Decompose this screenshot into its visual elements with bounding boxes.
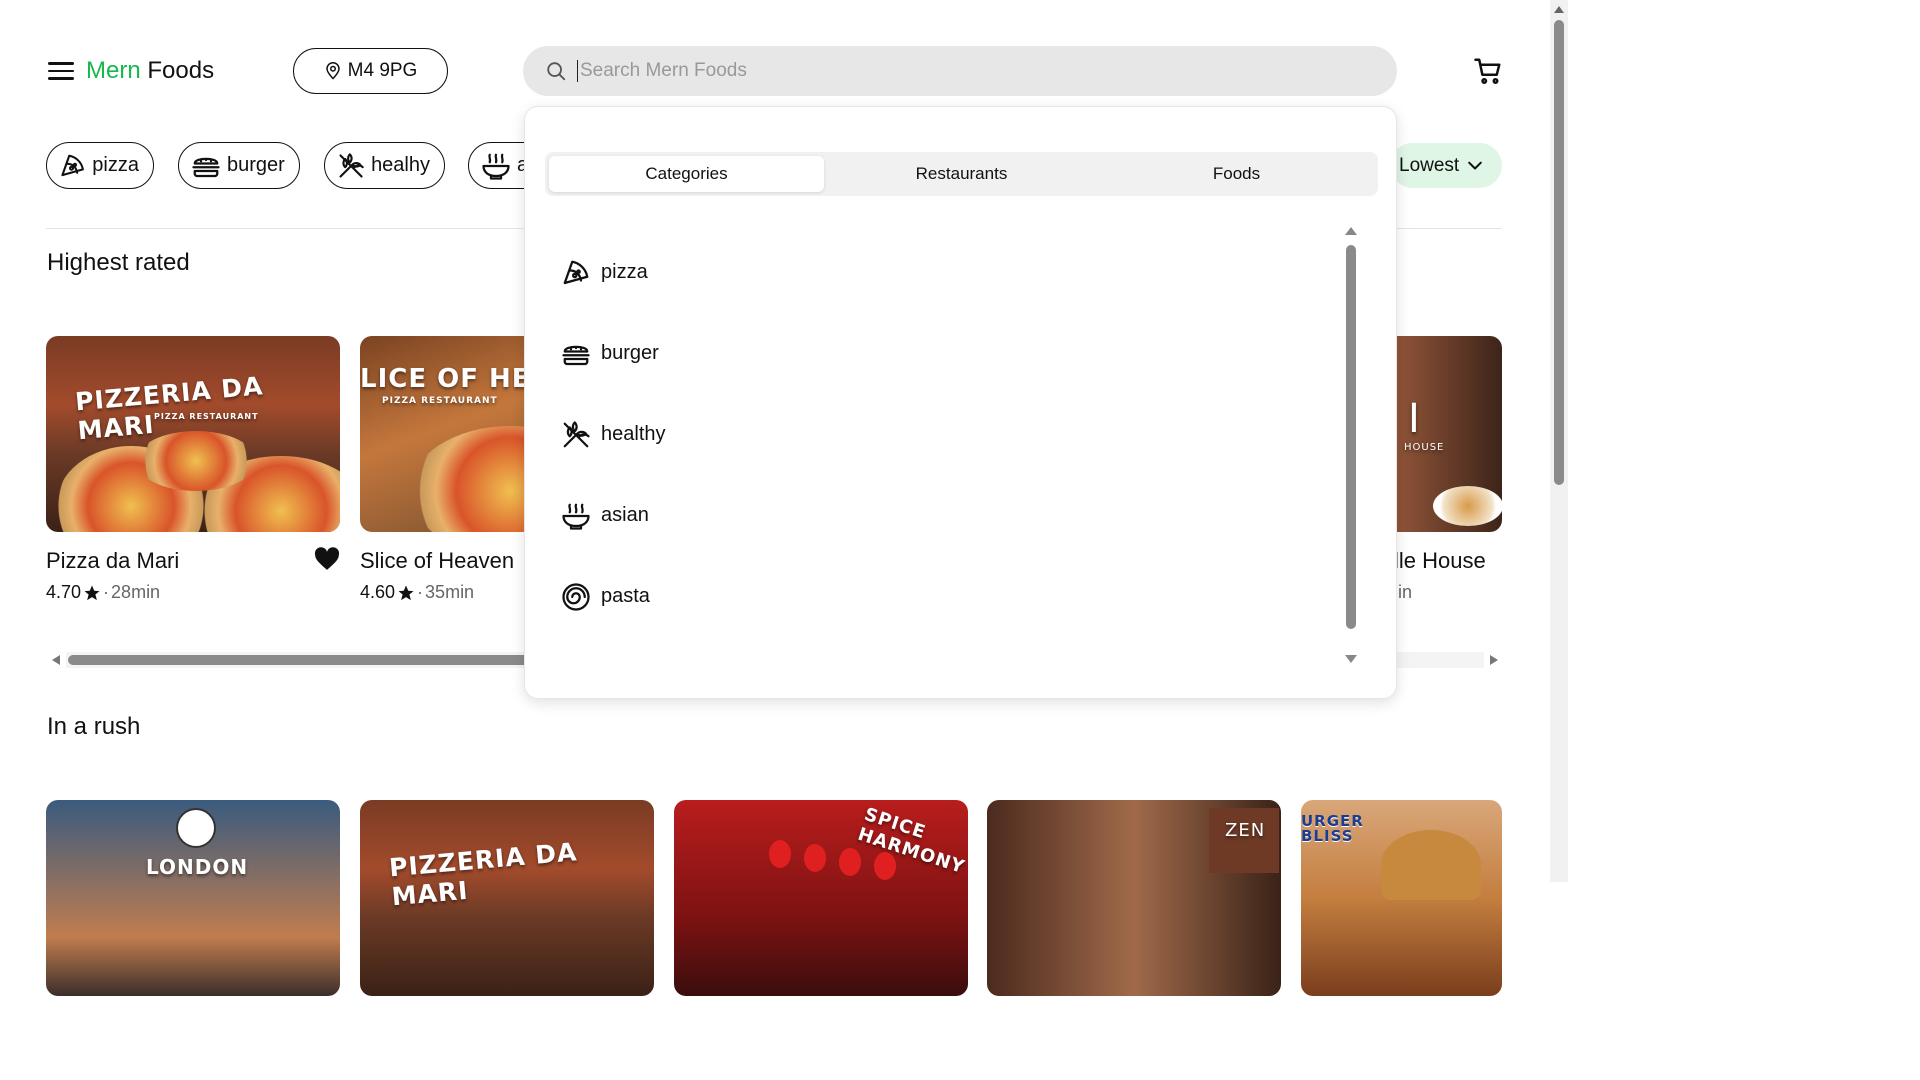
delivery-time: 35min [425, 582, 475, 602]
tab-categories[interactable]: Categories [549, 156, 824, 192]
category-label: asian [601, 504, 649, 526]
heart-icon[interactable] [314, 547, 340, 571]
healthy-icon [337, 151, 365, 181]
restaurant-card[interactable]: PIZZERIA DA MARI [360, 800, 654, 996]
chip-pizza[interactable]: pizza [46, 142, 154, 189]
chevron-down-icon [1468, 161, 1483, 169]
rating: 4.60 [360, 582, 396, 602]
category-item-pasta[interactable]: pasta [561, 551, 1341, 642]
image-subtitle: PIZZA RESTAURANT [154, 412, 259, 421]
restaurant-image: PIZZERIA DA MARI [360, 800, 654, 996]
hamburger-menu-icon[interactable] [48, 58, 74, 84]
healthy-icon [561, 420, 591, 450]
brand-logo[interactable]: Mern Foods [86, 57, 214, 85]
scrollbar-thumb[interactable] [68, 655, 588, 665]
brand-name-dark: Foods [147, 57, 215, 84]
image-subtitle: PIZZA RESTAURANT [382, 396, 498, 406]
image-title: SPICE HARMONY [855, 803, 968, 879]
delivery-time: 28min [111, 582, 161, 602]
chip-label: pizza [92, 154, 139, 176]
restaurant-image: LONDON [46, 800, 340, 996]
image-subtitle: HOUSE [1404, 442, 1445, 453]
scroll-left-arrow-icon[interactable] [52, 655, 60, 665]
chip-burger[interactable]: burger [178, 142, 300, 189]
search-bar[interactable] [523, 46, 1397, 96]
chip-label: healhy [371, 154, 430, 176]
asian-icon [561, 501, 591, 531]
category-list: pizza burger healthy asian pasta [561, 227, 1341, 642]
restaurant-card[interactable]: ZEN [987, 800, 1281, 996]
image-title: I [1408, 396, 1421, 442]
pasta-icon [561, 582, 591, 612]
section-title-highest-rated: Highest rated [47, 249, 190, 276]
category-item-healthy[interactable]: healthy [561, 389, 1341, 480]
delivery-time: in [1398, 582, 1413, 602]
restaurant-card[interactable]: PIZZERIA DA MARI PIZZA RESTAURANT Pizza … [46, 336, 340, 603]
restaurant-card[interactable]: URGER BLISS [1301, 800, 1502, 996]
location-pin-icon [325, 62, 340, 80]
restaurant-image: URGER BLISS [1301, 800, 1502, 996]
restaurant-image: ZEN [987, 800, 1281, 996]
search-icon [547, 62, 566, 81]
location-button[interactable]: M4 9PG [293, 48, 448, 94]
category-label: pizza [601, 261, 648, 283]
pizza-icon [59, 151, 86, 181]
sort-label: Lowest [1399, 154, 1460, 176]
page-scrollbar[interactable] [1550, 0, 1568, 882]
restaurant-card[interactable]: LONDON [46, 800, 340, 996]
dropdown-scrollbar-thumb[interactable] [1346, 245, 1356, 629]
restaurant-image: PIZZERIA DA MARI PIZZA RESTAURANT [46, 336, 340, 532]
tab-restaurants[interactable]: Restaurants [824, 156, 1099, 192]
scroll-down-arrow-icon[interactable] [1345, 655, 1357, 663]
restaurant-meta: 4.70 · 28min [46, 582, 161, 602]
restaurant-image: SPICE HARMONY [674, 800, 968, 996]
image-title: URGER BLISS [1301, 812, 1364, 845]
search-input[interactable] [577, 60, 1277, 82]
cart-icon[interactable] [1473, 56, 1503, 91]
search-dropdown: Categories Restaurants Foods pizza burge… [524, 106, 1397, 699]
section-title-in-a-rush: In a rush [47, 713, 141, 740]
scroll-up-arrow-icon[interactable] [1345, 227, 1357, 235]
restaurant-card[interactable]: SPICE HARMONY [674, 800, 968, 996]
burger-icon [191, 151, 221, 181]
pizza-icon [561, 258, 591, 288]
location-postcode: M4 9PG [347, 60, 418, 81]
sort-button[interactable]: Lowest [1390, 143, 1502, 188]
scroll-right-arrow-icon[interactable] [1490, 655, 1498, 665]
chip-label: burger [227, 154, 285, 176]
star-icon [397, 584, 415, 602]
tab-foods[interactable]: Foods [1099, 156, 1374, 192]
category-item-burger[interactable]: burger [561, 308, 1341, 399]
brand-name-green: Mern [86, 57, 141, 84]
restaurant-name: Pizza da Mari [46, 548, 180, 573]
image-title: ZEN [1225, 820, 1266, 841]
asian-icon [481, 151, 511, 181]
chip-healthy[interactable]: healhy [324, 142, 445, 189]
image-title: LONDON [146, 855, 249, 879]
search-tabs: Categories Restaurants Foods [545, 152, 1378, 196]
category-item-pizza[interactable]: pizza [561, 227, 1341, 318]
image-title: PIZZERIA DA MARI [73, 371, 265, 446]
rating: 4.70 [46, 582, 82, 602]
page-scrollbar-thumb[interactable] [1554, 20, 1564, 485]
category-label: pasta [601, 585, 650, 607]
dropdown-scrollbar[interactable] [1343, 225, 1359, 663]
burger-icon [561, 339, 591, 369]
scroll-up-arrow-icon[interactable] [1554, 6, 1564, 13]
star-icon [83, 584, 101, 602]
category-label: burger [601, 342, 659, 364]
category-item-asian[interactable]: asian [561, 470, 1341, 561]
image-title: PIZZERIA DA MARI [387, 837, 579, 912]
category-label: healthy [601, 423, 666, 445]
